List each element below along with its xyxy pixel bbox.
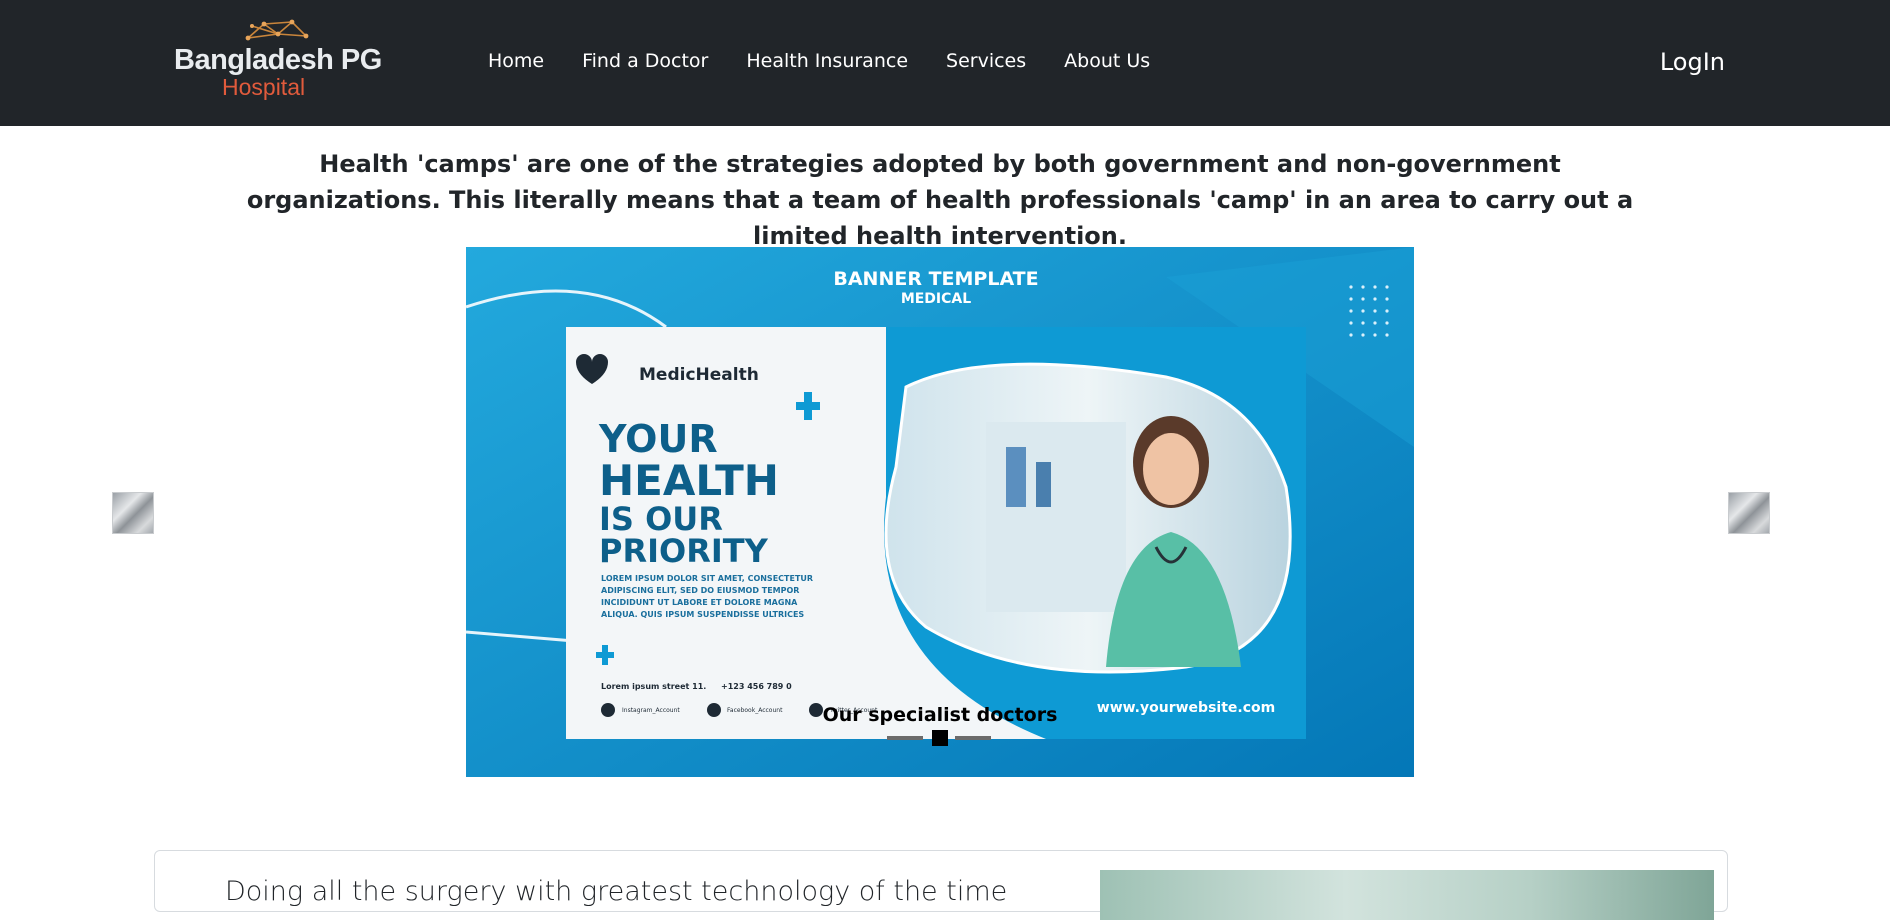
network-logo-icon [245,19,309,41]
banner-subheader: MEDICAL [901,291,971,307]
carousel-indicators [887,730,993,750]
carousel-caption: Our specialist doctors [822,704,1058,726]
banner-lorem-2: ADIPISCING ELIT, SED DO EIUSMOD TEMPOR [601,586,799,595]
brand-logo[interactable]: Bangladesh PG Hospital [172,16,382,102]
banner-headline-4: PRIORITY [599,532,769,570]
nav-home-link[interactable]: Home [488,50,544,72]
banner-address: Lorem ipsum street 11. [601,682,706,691]
medical-banner-image: BANNER TEMPLATE MEDICAL MedicHealth YOUR… [466,247,1414,777]
banner-header: BANNER TEMPLATE [833,268,1038,290]
carousel-prev-icon[interactable] [112,492,154,534]
carousel-indicator-3[interactable] [955,736,991,740]
intro-paragraph: Health 'camps' are one of the strategies… [246,150,1634,250]
feature-card-image [1100,870,1714,920]
login-link[interactable]: LogIn [1660,48,1725,76]
brand-name: Bangladesh PG [174,44,382,76]
brand-subtitle: Hospital [222,74,306,100]
banner-lorem-4: ALIQUA. QUIS IPSUM SUSPENDISSE ULTRICES [601,610,804,619]
nav-find-doctor-link[interactable]: Find a Doctor [582,50,708,72]
banner-lorem-3: INCIDIDUNT UT LABORE ET DOLORE MAGNA [601,598,798,607]
nav-services-link[interactable]: Services [946,50,1026,72]
carousel-indicator-1[interactable] [887,736,923,740]
banner-lorem-1: LOREM IPSUM DOLOR SIT AMET, CONSECTETUR [601,574,813,583]
nav-links: Home Find a Doctor Health Insurance Serv… [488,50,1150,72]
carousel-next-icon[interactable] [1728,492,1770,534]
carousel-indicator-2[interactable] [932,730,948,746]
nav-about-us-link[interactable]: About Us [1064,50,1150,72]
banner-brand: MedicHealth [639,365,759,385]
nav-health-insurance-link[interactable]: Health Insurance [746,50,908,72]
banner-headline-2: HEALTH [599,456,779,505]
banner-headline-1: YOUR [598,417,718,461]
feature-card: Doing all the surgery with greatest tech… [154,850,1728,920]
carousel: BANNER TEMPLATE MEDICAL MedicHealth YOUR… [466,247,1414,777]
banner-phone: +123 456 789 0 [721,682,792,691]
navbar: Bangladesh PG Hospital Home Find a Docto… [0,0,1890,126]
